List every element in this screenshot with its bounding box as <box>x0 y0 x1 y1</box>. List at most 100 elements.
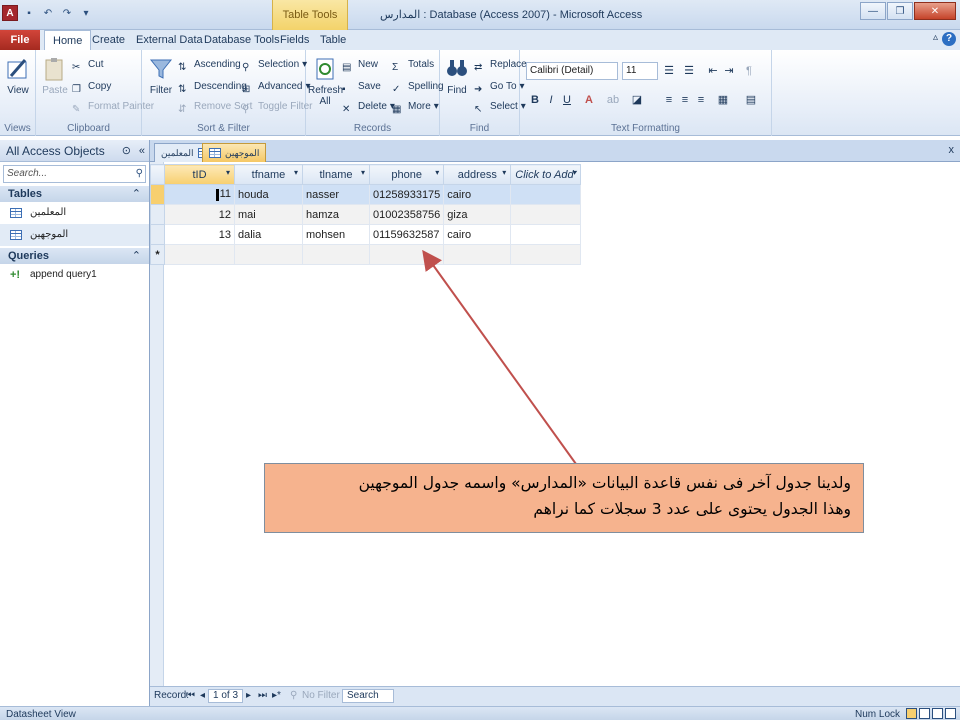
column-header-tlname[interactable]: tlname ▾ <box>302 164 370 185</box>
cell-tfname[interactable]: houda <box>234 184 303 205</box>
minimize-ribbon-icon[interactable]: ▵ <box>933 32 938 46</box>
sort-descending-button[interactable]: ⇅ Descending <box>178 78 247 96</box>
tab-create[interactable]: Create <box>84 30 133 50</box>
replace-button[interactable]: ⇄ Replace <box>474 56 527 74</box>
chevron-down-icon[interactable]: ▾ <box>226 168 230 177</box>
cell-new[interactable] <box>510 244 582 265</box>
select-button[interactable]: ↖ Select ▾ <box>474 98 526 116</box>
nav-pane-header[interactable]: All Access Objects ⊙ « <box>0 140 149 162</box>
customize-qat-icon[interactable]: ▾ <box>78 5 94 21</box>
cell-new[interactable] <box>443 244 512 265</box>
pivot-table-view-icon[interactable] <box>919 708 930 719</box>
chevron-down-icon[interactable]: ▾ <box>502 168 506 177</box>
goto-button[interactable]: ➜ Go To ▾ <box>474 78 525 96</box>
more-button[interactable]: ▦ More ▾ <box>392 98 439 116</box>
next-record-icon[interactable]: ▸ <box>246 690 251 701</box>
underline-button[interactable]: U <box>560 92 574 108</box>
chevron-down-icon[interactable]: ▾ <box>361 168 365 177</box>
tab-table[interactable]: Table <box>312 30 354 50</box>
first-record-icon[interactable]: ⏮ <box>186 690 195 701</box>
cell-phone[interactable]: 01002358756 <box>368 204 445 225</box>
record-search-input[interactable]: Search <box>342 689 394 703</box>
cell-tfname[interactable]: dalia <box>234 224 303 245</box>
cell-empty[interactable] <box>510 184 582 205</box>
numbering-icon[interactable]: ☰ <box>682 63 696 79</box>
advanced-button[interactable]: ⊞ Advanced ▾ <box>242 78 311 96</box>
cell-new[interactable] <box>368 244 445 265</box>
record-position-input[interactable]: 1 of 3 <box>208 689 244 703</box>
new-record-button[interactable]: ▤ New <box>342 56 378 74</box>
italic-button[interactable]: I <box>544 92 558 108</box>
cell-tid[interactable]: 11 <box>164 184 235 205</box>
nav-section-queries[interactable]: Queries ⌃ <box>0 248 149 264</box>
table-row[interactable]: 12 mai hamza 01002358756 giza <box>150 204 582 225</box>
save-record-button[interactable]: ▪ Save <box>342 78 381 96</box>
access-logo-icon[interactable]: A <box>2 5 18 21</box>
cell-phone[interactable]: 01258933175 <box>368 184 445 205</box>
chevron-down-icon[interactable]: ▾ <box>435 168 439 177</box>
chevron-down-icon[interactable]: ▾ <box>294 168 298 177</box>
cell-new[interactable] <box>302 244 370 265</box>
cell-tid[interactable]: 13 <box>164 224 235 245</box>
undo-icon[interactable]: ↶ <box>40 5 56 21</box>
tab-file[interactable]: File <box>0 30 40 50</box>
cell-new[interactable] <box>164 244 235 265</box>
chevron-down-icon[interactable]: ▾ <box>572 168 576 177</box>
cell-tlname[interactable]: mohsen <box>302 224 370 245</box>
view-button[interactable]: View <box>1 56 35 96</box>
previous-record-icon[interactable]: ◂ <box>200 690 205 701</box>
cell-tid[interactable]: 12 <box>164 204 235 225</box>
design-view-icon[interactable] <box>945 708 956 719</box>
column-header-click-to-add[interactable]: Click to Add ▾ <box>510 164 582 185</box>
nav-search-input[interactable]: Search... ⚲ <box>3 165 146 183</box>
minimize-button[interactable]: — <box>860 2 886 20</box>
save-icon[interactable]: ▪ <box>21 5 37 21</box>
redo-icon[interactable]: ↷ <box>59 5 75 21</box>
selection-button[interactable]: ⚲ Selection ▾ <box>242 56 307 74</box>
align-right-icon[interactable]: ≡ <box>694 92 708 108</box>
select-all-cell[interactable] <box>150 164 165 185</box>
sort-ascending-button[interactable]: ⇅ Ascending <box>178 56 241 74</box>
totals-button[interactable]: Σ Totals <box>392 56 434 74</box>
shutter-bar-collapse-icon[interactable]: « <box>139 140 145 162</box>
align-center-icon[interactable]: ≡ <box>678 92 692 108</box>
copy-button[interactable]: ❐ Copy <box>72 78 111 96</box>
indent-icon[interactable]: ⇤ <box>706 63 720 79</box>
bold-button[interactable]: B <box>528 92 542 108</box>
paste-button[interactable]: Paste <box>38 56 72 96</box>
spelling-button[interactable]: ✓ Spelling <box>392 78 444 96</box>
highlight-icon[interactable]: ab <box>606 92 620 108</box>
close-button[interactable]: ✕ <box>914 2 956 20</box>
column-header-tfname[interactable]: tfname ▾ <box>234 164 303 185</box>
find-button[interactable]: Find <box>440 56 474 96</box>
refresh-all-button[interactable]: Refresh All <box>308 56 343 107</box>
cell-tlname[interactable]: nasser <box>302 184 370 205</box>
doctab-supervisors[interactable]: الموجهين <box>202 143 267 162</box>
column-header-phone[interactable]: phone ▾ <box>368 164 445 185</box>
alternate-row-color-icon[interactable]: ▤ <box>744 92 758 108</box>
font-name-select[interactable]: Calibri (Detail) <box>526 62 618 80</box>
cell-tfname[interactable]: mai <box>234 204 303 225</box>
cell-new[interactable] <box>234 244 303 265</box>
new-record-row[interactable]: * <box>150 244 582 265</box>
cell-tlname[interactable]: hamza <box>302 204 370 225</box>
help-icon[interactable]: ? <box>942 32 956 46</box>
no-filter-label[interactable]: No Filter <box>302 690 340 701</box>
cell-empty[interactable] <box>510 204 582 225</box>
new-record-nav-icon[interactable]: ▸* <box>272 690 281 701</box>
cell-address[interactable]: cairo <box>443 224 512 245</box>
paragraph-direction-icon[interactable]: ¶ <box>742 63 756 79</box>
filter-button[interactable]: Filter <box>144 56 178 96</box>
nav-section-tables[interactable]: Tables ⌃ <box>0 186 149 202</box>
cell-empty[interactable] <box>510 224 582 245</box>
table-row[interactable]: 11 houda nasser 01258933175 cairo <box>150 184 582 205</box>
row-selector[interactable] <box>150 184 165 205</box>
background-color-icon[interactable]: ◪ <box>630 92 644 108</box>
restore-button[interactable]: ❐ <box>887 2 913 20</box>
nav-menu-chevron-icon[interactable]: ⊙ <box>122 140 131 162</box>
cut-button[interactable]: ✂ Cut <box>72 56 104 74</box>
gridlines-icon[interactable]: ▦ <box>716 92 730 108</box>
table-row[interactable]: 13 dalia mohsen 01159632587 cairo <box>150 224 582 245</box>
cell-address[interactable]: cairo <box>443 184 512 205</box>
last-record-icon[interactable]: ⏭ <box>258 690 267 701</box>
